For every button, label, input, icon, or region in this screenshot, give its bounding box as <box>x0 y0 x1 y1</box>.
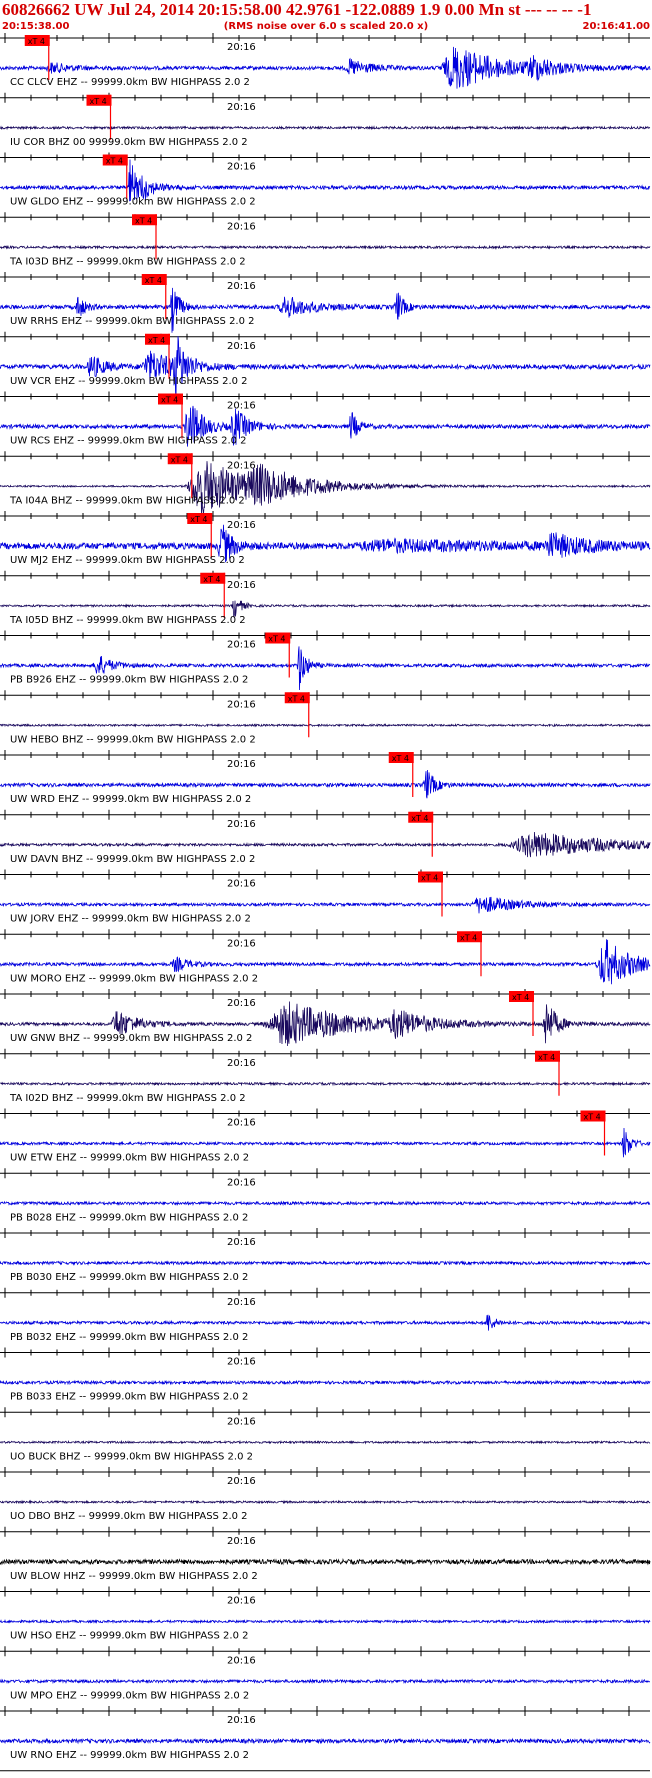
minute-tick-label: 20:16 <box>227 281 256 292</box>
waveform-trace <box>0 1499 651 1505</box>
minute-tick-label: 20:16 <box>227 401 256 412</box>
minute-tick-label: 20:16 <box>227 1715 256 1726</box>
station-label: UW RNO EHZ -- 99999.0km BW HIGHPASS 2.0 … <box>10 1750 249 1761</box>
waveform-trace <box>0 1379 651 1386</box>
station-label: UW HEBO BHZ -- 99999.0km BW HIGHPASS 2.0… <box>10 734 256 745</box>
station-label: PB B033 EHZ -- 99999.0km BW HIGHPASS 2.0… <box>10 1392 248 1403</box>
minute-tick-label: 20:16 <box>227 998 256 1009</box>
waveform-trace <box>0 1260 651 1266</box>
minute-tick-label: 20:16 <box>227 1177 256 1188</box>
station-label: CC CLCV EHZ -- 99999.0km BW HIGHPASS 2.0… <box>10 77 250 88</box>
pick-label: xT 4 <box>203 575 220 584</box>
pick-label: xT 4 <box>28 37 45 46</box>
minute-tick-label: 20:16 <box>227 1655 256 1666</box>
station-label: PB B028 EHZ -- 99999.0km BW HIGHPASS 2.0… <box>10 1212 248 1223</box>
seismogram-page: 60826662 UW Jul 24, 2014 20:15:58.00 42.… <box>0 0 652 1778</box>
minute-tick-label: 20:16 <box>227 460 256 471</box>
pick-label: xT 4 <box>268 635 285 644</box>
station-label: UW MORO EHZ -- 99999.0km BW HIGHPASS 2.0… <box>10 973 258 984</box>
minute-tick-label: 20:16 <box>227 819 256 830</box>
station-label: TA I03D BHZ -- 99999.0km BW HIGHPASS 2.0… <box>9 256 246 267</box>
station-label: UW RCS EHZ -- 99999.0km BW HIGHPASS 2.0 … <box>10 436 247 447</box>
pick-label: xT 4 <box>392 754 409 763</box>
station-label: UO BUCK BHZ -- 99999.0km BW HIGHPASS 2.0… <box>10 1451 253 1462</box>
pick-label: xT 4 <box>288 694 305 703</box>
pick-label: xT 4 <box>460 933 477 942</box>
pick-label: xT 4 <box>171 455 188 464</box>
station-label: UW ETW EHZ -- 99999.0km BW HIGHPASS 2.0 … <box>10 1153 249 1164</box>
minute-tick-label: 20:16 <box>227 1297 256 1308</box>
waveform-trace <box>0 1558 651 1566</box>
minute-tick-label: 20:16 <box>227 1058 256 1069</box>
station-label: UW GLDO EHZ -- 99999.0km BW HIGHPASS 2.0… <box>10 197 256 208</box>
waveform-trace <box>0 1678 650 1685</box>
pick-label: xT 4 <box>90 97 107 106</box>
waveform-trace <box>0 244 651 250</box>
minute-tick-label: 20:16 <box>227 1476 256 1487</box>
station-label: PB B926 EHZ -- 99999.0km BW HIGHPASS 2.0… <box>10 675 248 686</box>
waveform-trace <box>0 1314 651 1331</box>
minute-tick-label: 20:16 <box>227 1536 256 1547</box>
pick-label: xT 4 <box>148 336 165 345</box>
minute-tick-label: 20:16 <box>227 102 256 113</box>
waveform-trace <box>0 125 651 131</box>
minute-tick-label: 20:16 <box>227 1416 256 1427</box>
minute-tick-label: 20:16 <box>227 221 256 232</box>
station-label: UW DAVN BHZ -- 99999.0km BW HIGHPASS 2.0… <box>10 854 255 865</box>
minute-tick-label: 20:16 <box>227 699 256 710</box>
seismogram-chart: 20:16 xT 4 CC CLCV EHZ -- 99999.0km BW HIG… <box>0 33 651 1772</box>
pick-label: xT 4 <box>584 1113 601 1122</box>
station-label: UO DBO BHZ -- 99999.0km BW HIGHPASS 2.0 … <box>10 1511 248 1522</box>
pick-label: xT 4 <box>512 993 529 1002</box>
pick-label: xT 4 <box>538 1053 555 1062</box>
pick-label: xT 4 <box>106 157 123 166</box>
minute-tick-label: 20:16 <box>227 580 256 591</box>
minute-tick-label: 20:16 <box>227 162 256 173</box>
station-label: UW BLOW HHZ -- 99999.0km BW HIGHPASS 2.0… <box>10 1571 258 1582</box>
station-label: PB B030 EHZ -- 99999.0km BW HIGHPASS 2.0… <box>10 1272 248 1283</box>
station-label: UW WRD EHZ -- 99999.0km BW HIGHPASS 2.0 … <box>10 794 251 805</box>
waveform-trace <box>0 1737 651 1745</box>
minute-tick-label: 20:16 <box>227 42 256 53</box>
station-label: TA I04A BHZ -- 99999.0km BW HIGHPASS 2.0… <box>9 495 245 506</box>
waveform-trace <box>0 159 651 202</box>
minute-tick-label: 20:16 <box>227 1237 256 1248</box>
minute-tick-label: 20:16 <box>227 640 256 651</box>
pick-label: xT 4 <box>411 814 428 823</box>
station-label: UW JORV EHZ -- 99999.0km BW HIGHPASS 2.0… <box>10 914 251 925</box>
pick-label: xT 4 <box>145 276 162 285</box>
pick-label: xT 4 <box>190 515 207 524</box>
minute-tick-label: 20:16 <box>227 1118 256 1129</box>
waveform-trace <box>0 1439 651 1445</box>
waveform-trace <box>0 723 651 728</box>
waveform-trace <box>0 1081 651 1087</box>
waveform-trace <box>0 1200 651 1207</box>
minute-tick-label: 20:16 <box>227 938 256 949</box>
station-label: UW HSO EHZ -- 99999.0km BW HIGHPASS 2.0 … <box>10 1631 249 1642</box>
station-label: TA I05D BHZ -- 99999.0km BW HIGHPASS 2.0… <box>9 615 246 626</box>
station-label: UW RRHS EHZ -- 99999.0km BW HIGHPASS 2.0… <box>10 316 255 327</box>
minute-tick-label: 20:16 <box>227 879 256 890</box>
station-label: TA I02D BHZ -- 99999.0km BW HIGHPASS 2.0… <box>9 1093 246 1104</box>
minute-tick-label: 20:16 <box>227 341 256 352</box>
minute-tick-label: 20:16 <box>227 759 256 770</box>
pick-label: xT 4 <box>161 396 178 405</box>
station-label: UW MPO EHZ -- 99999.0km BW HIGHPASS 2.0 … <box>10 1690 249 1701</box>
pick-label: xT 4 <box>135 216 152 225</box>
minute-tick-label: 20:16 <box>227 1357 256 1368</box>
waveform-trace <box>0 896 651 914</box>
station-label: UW MJ2 EHZ -- 99999.0km BW HIGHPASS 2.0 … <box>10 555 245 566</box>
minute-tick-label: 20:16 <box>227 520 256 531</box>
minute-tick-label: 20:16 <box>227 1596 256 1607</box>
pick-label: xT 4 <box>421 874 438 883</box>
station-label: UW VCR EHZ -- 99999.0km BW HIGHPASS 2.0 … <box>10 376 248 387</box>
station-label: PB B032 EHZ -- 99999.0km BW HIGHPASS 2.0… <box>10 1332 248 1343</box>
waveform-trace <box>0 336 651 401</box>
station-label: IU COR BHZ 00 99999.0km BW HIGHPASS 2.0 … <box>10 137 248 148</box>
station-label: UW GNW BHZ -- 99999.0km BW HIGHPASS 2.0 … <box>10 1033 252 1044</box>
waveform-trace <box>0 461 651 517</box>
waveform-trace <box>0 1618 651 1625</box>
